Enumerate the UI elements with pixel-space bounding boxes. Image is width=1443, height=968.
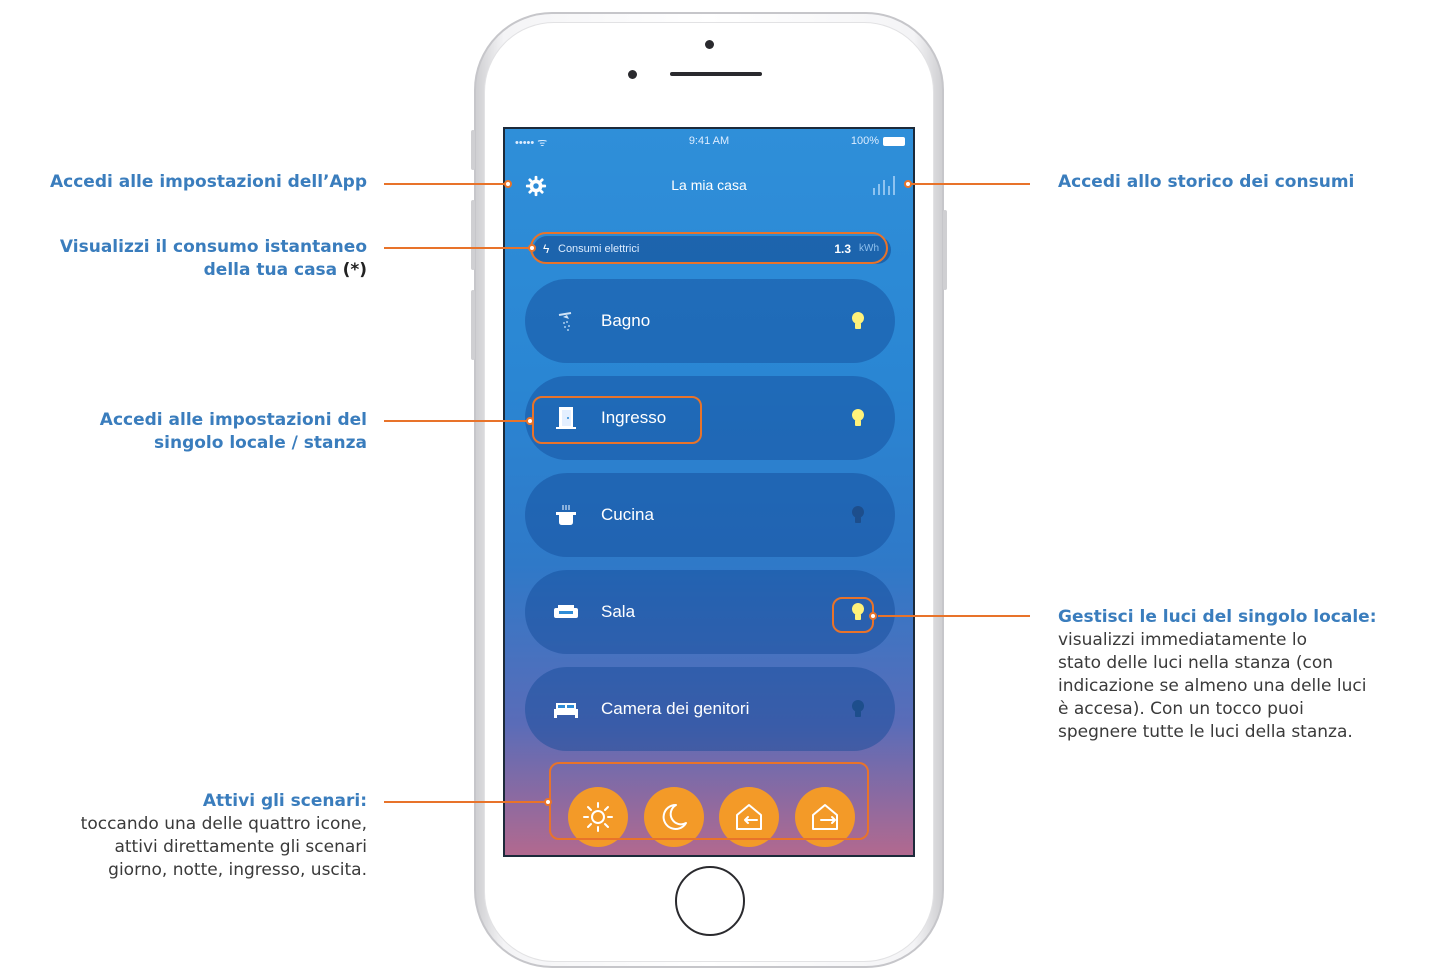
annotation-settings: Accedi alle impostazioni dell’App [0, 171, 367, 194]
bed-icon [554, 703, 578, 718]
annotation-description: giorno, notte, ingresso, uscita. [108, 860, 367, 880]
annotation-room-settings: Accedi alle impostazioni del singolo loc… [0, 409, 367, 455]
connector-line [878, 615, 1030, 617]
footnote-marker: (*) [342, 260, 367, 280]
mute-switch [471, 130, 475, 170]
status-bar: ••••• ᯤ 9:41 AM 100% [505, 135, 913, 151]
light-bulb-on-icon[interactable] [851, 311, 865, 331]
room-name: Cucina [601, 505, 654, 524]
light-bulb-on-icon[interactable] [851, 408, 865, 428]
annotation-title: Visualizzi il consumo istantaneo [59, 237, 367, 257]
home-button[interactable] [675, 866, 745, 936]
battery-percent: 100% [850, 135, 879, 147]
annotation-title: singolo locale / stanza [154, 433, 367, 453]
light-bulb-off-icon[interactable] [851, 505, 865, 525]
annotation-title: Accedi alle impostazioni del [99, 410, 367, 430]
annotation-description: spegnere tutte le luci della stanza. [1058, 722, 1353, 742]
connector-dot [544, 798, 552, 806]
sofa-icon [554, 605, 578, 618]
connector-line [384, 801, 546, 803]
annotation-scenarios: Attivi gli scenari: toccando una delle q… [0, 790, 367, 882]
light-bulb-off-icon[interactable] [851, 699, 865, 719]
annotation-title: Accedi allo storico dei consumi [1058, 172, 1355, 192]
connector-dot [526, 417, 534, 425]
room-name: Sala [601, 602, 636, 621]
volume-up-button [471, 200, 475, 270]
proximity-sensor [628, 70, 637, 79]
consumption-highlight [530, 232, 888, 264]
annotation-description: indicazione se almeno una delle luci [1058, 676, 1367, 696]
annotation-consumption: Visualizzi il consumo istantaneo della t… [0, 236, 367, 282]
connector-line [384, 183, 506, 185]
annotation-description: attivi direttamente gli scenari [114, 837, 367, 857]
connector-dot [504, 180, 512, 188]
shower-icon [558, 312, 572, 331]
connector-dot [869, 612, 877, 620]
front-camera [705, 40, 714, 49]
connector-dot [528, 244, 536, 252]
volume-down-button [471, 290, 475, 360]
light-toggle-highlight [832, 597, 874, 633]
connector-line [384, 247, 534, 249]
annotation-description: visualizzi immediatamente lo [1058, 630, 1308, 650]
annotation-title: Accedi alle impostazioni dell’App [50, 172, 367, 192]
room-item-bagno[interactable]: Bagno [525, 279, 895, 363]
annotation-title: Attivi gli scenari: [202, 791, 367, 811]
connector-line [910, 183, 1030, 185]
annotation-title: della tua casa [203, 260, 338, 280]
annotation-description: è accesa). Con un tocco puoi [1058, 699, 1304, 719]
room-name: Camera dei genitori [601, 699, 750, 718]
room-name-highlight [532, 396, 702, 444]
earpiece-speaker [670, 72, 762, 76]
bar-chart-icon[interactable] [871, 175, 897, 195]
annotation-description: stato delle luci nella stanza (con [1058, 653, 1334, 673]
room-item-camera-dei-genitori[interactable]: Camera dei genitori [525, 667, 895, 751]
room-item-cucina[interactable]: Cucina [525, 473, 895, 557]
annotation-lights: Gestisci le luci del singolo locale: vis… [1058, 606, 1443, 744]
connector-dot [904, 180, 912, 188]
scenarios-highlight [549, 762, 869, 840]
page-title: La mia casa [671, 177, 747, 193]
power-button [943, 210, 947, 290]
room-name: Bagno [601, 311, 651, 330]
annotation-description: toccando una delle quattro icone, [80, 814, 367, 834]
annotation-title: Gestisci le luci del singolo locale: [1058, 607, 1377, 627]
annotation-history: Accedi allo storico dei consumi [1058, 171, 1438, 194]
pot-icon [556, 505, 576, 525]
connector-line [384, 420, 530, 422]
battery-icon [883, 137, 905, 146]
